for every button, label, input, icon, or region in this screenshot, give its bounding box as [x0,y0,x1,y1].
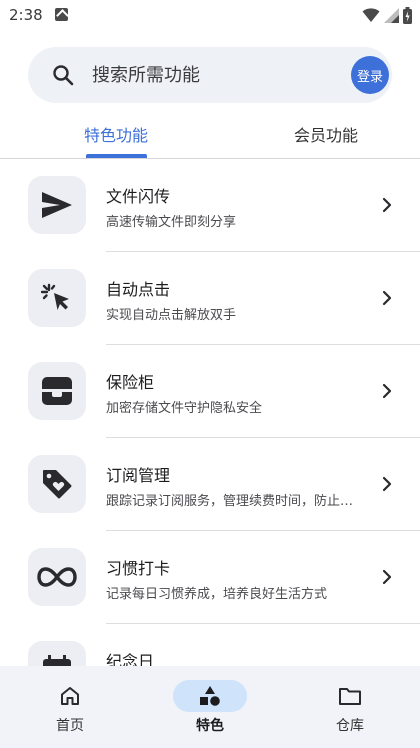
list-item-habit-tracker[interactable]: 习惯打卡 记录每日习惯养成，培养良好生活方式 [0,531,420,624]
item-title: 订阅管理 [106,466,171,485]
list-item-vault[interactable]: 保险柜 加密存储文件守护隐私安全 [0,345,420,438]
nav-featured[interactable]: 特色 [140,666,280,748]
send-icon [42,192,72,218]
feature-tabs: 特色功能 会员功能 [0,110,420,159]
item-title: 文件闪传 [106,187,171,206]
item-title: 纪念日 [106,652,155,666]
chevron-right-icon [382,290,392,306]
list-item-subscriptions[interactable]: 订阅管理 跟踪记录订阅服务，管理续费时间，防止遗忘 [0,438,420,531]
vault-icon [42,377,72,405]
app-screen: 2:38 登录 特色功能 会员功能 [0,0,420,748]
nav-icon-container [173,680,247,712]
search-bar[interactable]: 登录 [28,47,392,103]
nav-home[interactable]: 首页 [0,666,140,748]
tag-heart-icon [43,470,72,499]
home-icon [61,687,79,705]
icon-tile [28,548,86,606]
tab-member[interactable]: 会员功能 [258,110,394,158]
nav-label: 仓库 [336,718,364,734]
item-title: 自动点击 [106,280,171,299]
nav-label: 特色 [196,718,224,734]
wifi-icon [362,8,380,22]
item-title: 习惯打卡 [106,559,171,578]
tab-indicator [86,154,147,158]
login-button[interactable]: 登录 [351,56,389,94]
signal-icon [384,7,399,23]
feature-list: 文件闪传 高速传输文件即刻分享 自动点击 实现自动点击解放双手 保险柜 加密存储… [0,159,420,666]
list-item-anniversary[interactable]: 纪念日 [0,624,420,666]
bottom-navigation: 首页 特色 仓库 [0,666,420,748]
chevron-right-icon [382,197,392,213]
battery-icon [403,6,412,24]
nav-storage[interactable]: 仓库 [280,666,420,748]
list-item-file-transfer[interactable]: 文件闪传 高速传输文件即刻分享 [0,159,420,252]
calendar-icon [43,655,71,666]
icon-tile [28,176,86,234]
chevron-right-icon [382,569,392,585]
notification-icon [55,8,68,21]
infinity-icon [37,567,77,587]
auto-click-icon [41,283,69,310]
chevron-right-icon [382,476,392,492]
search-input[interactable] [92,47,342,103]
icon-tile [28,641,86,666]
item-subtitle: 实现自动点击解放双手 [106,308,237,323]
list-item-auto-click[interactable]: 自动点击 实现自动点击解放双手 [0,252,420,345]
item-subtitle: 高速传输文件即刻分享 [106,215,237,230]
nav-icon-container [38,680,102,712]
icon-tile [28,269,86,327]
item-title: 保险柜 [106,373,155,392]
item-subtitle: 记录每日习惯养成，培养良好生活方式 [106,587,328,602]
folder-icon [339,688,361,705]
status-time: 2:38 [9,6,43,24]
shapes-icon [200,686,220,706]
search-icon [53,65,74,86]
chevron-right-icon [382,383,392,399]
nav-label: 首页 [56,718,84,734]
item-subtitle: 加密存储文件守护隐私安全 [106,401,263,416]
status-bar: 2:38 [0,0,420,30]
item-subtitle: 跟踪记录订阅服务，管理续费时间，防止遗忘 [106,494,356,509]
nav-icon-container [318,680,382,712]
status-icons [362,6,412,24]
tab-featured[interactable]: 特色功能 [64,110,168,158]
icon-tile [28,362,86,420]
icon-tile [28,455,86,513]
